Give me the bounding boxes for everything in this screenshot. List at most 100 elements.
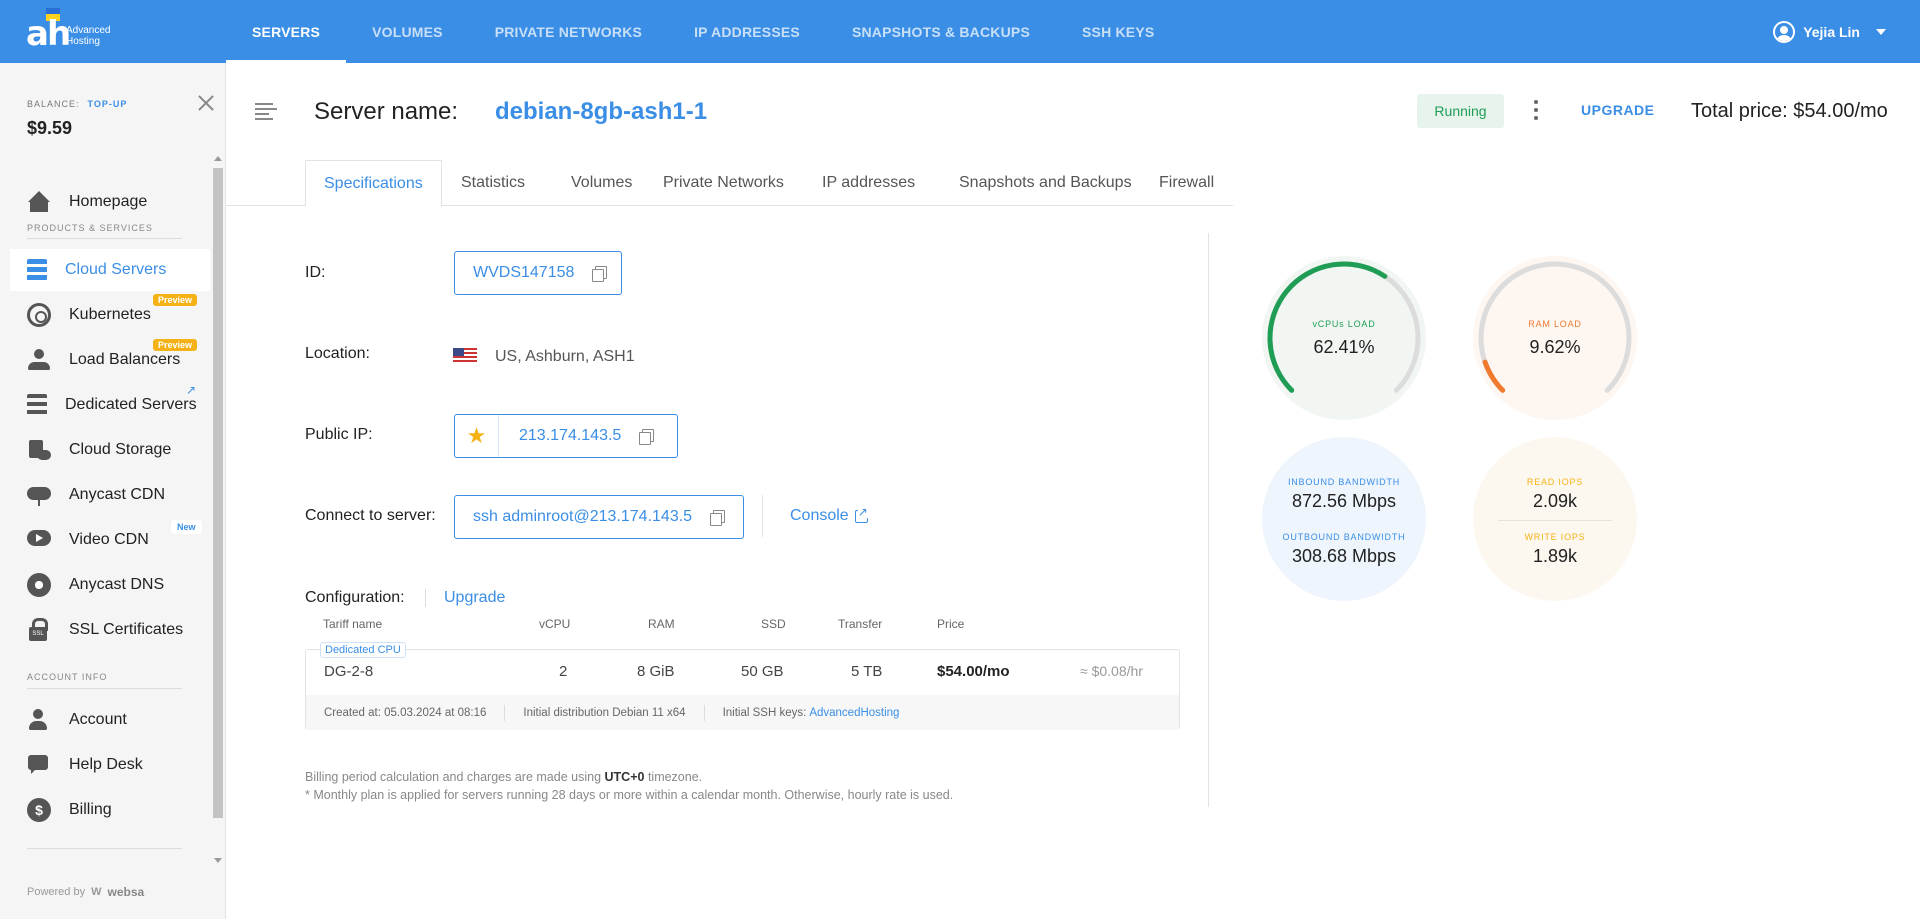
public-ip-field[interactable]: ★ 213.174.143.5	[454, 414, 678, 458]
external-link-icon: ↗	[186, 383, 197, 397]
section-divider	[27, 688, 182, 689]
billing-note-suffix: timezone.	[647, 770, 703, 784]
star-icon[interactable]: ★	[455, 415, 499, 457]
ram-load-value: 9.62%	[1529, 337, 1581, 357]
scroll-down-arrow-icon[interactable]	[214, 858, 222, 863]
cdn-icon	[27, 483, 51, 507]
status-badge: Running	[1417, 94, 1504, 128]
close-sidebar-icon[interactable]	[196, 93, 216, 113]
tab-ip-addresses[interactable]: IP addresses	[804, 160, 933, 206]
sidebar-item-label: Cloud Servers	[65, 261, 167, 278]
connect-label: Connect to server:	[305, 507, 436, 524]
home-icon	[27, 190, 51, 214]
sidebar-item-label: Anycast CDN	[69, 486, 166, 503]
topup-link[interactable]: TOP-UP	[88, 99, 128, 109]
logo-text: Advanced Hosting	[66, 25, 110, 47]
sidebar-item-account[interactable]: Account	[10, 699, 210, 741]
console-link[interactable]: Console	[790, 505, 868, 525]
config-upgrade-link[interactable]: Upgrade	[444, 589, 505, 607]
column-header-ram: RAM	[648, 617, 675, 631]
sidebar-item-homepage[interactable]: Homepage	[10, 181, 210, 223]
sidebar-item-billing[interactable]: $ Billing	[10, 789, 210, 831]
section-divider	[27, 238, 182, 239]
new-badge: New	[171, 520, 202, 534]
preview-badge: Preview	[153, 294, 198, 306]
dedicated-cpu-badge: Dedicated CPU	[320, 642, 406, 658]
price-value: $54.00/mo	[937, 663, 1010, 680]
preview-badge: Preview	[153, 339, 198, 351]
sidebar-item-label: Help Desk	[69, 756, 143, 773]
toggle-list-icon[interactable]	[255, 102, 277, 120]
tab-snapshots-backups[interactable]: Snapshots and Backups	[941, 160, 1150, 206]
column-header-vcpu: vCPU	[539, 617, 571, 631]
column-header-ssd: SSD	[761, 617, 786, 631]
tab-specifications[interactable]: Specifications	[305, 160, 442, 207]
ram-load-gauge: RAM LOAD 9.62%	[1473, 256, 1637, 420]
sidebar-item-label: Anycast DNS	[69, 576, 165, 593]
sidebar-item-cloud-storage[interactable]: Cloud Storage	[10, 429, 210, 471]
advanced-hosting-logo[interactable]: ah Advanced Hosting	[26, 8, 126, 54]
topnav-volumes[interactable]: VOLUMES	[346, 0, 469, 63]
write-iops-label: WRITE IOPS	[1524, 532, 1586, 542]
sidebar-item-ssl-certificates[interactable]: SSL Certificates	[10, 609, 210, 651]
cloud-storage-icon	[27, 438, 51, 462]
ssh-command-field[interactable]: ssh adminroot@213.174.143.5	[454, 495, 744, 539]
billing-note-1: Billing period calculation and charges a…	[305, 770, 702, 784]
topnav-servers[interactable]: SERVERS	[226, 0, 347, 63]
tab-volumes[interactable]: Volumes	[553, 160, 650, 206]
upgrade-button[interactable]: UPGRADE	[1581, 102, 1655, 118]
configuration-label: Configuration:	[305, 589, 405, 606]
sidebar-item-label: Load Balancers	[69, 351, 181, 368]
ssh-key-link[interactable]: AdvancedHosting	[809, 707, 899, 719]
sidebar: BALANCE: TOP-UP $9.59 Homepage PRODUCTS &…	[0, 63, 226, 919]
topnav-private-networks[interactable]: PRIVATE NETWORKS	[469, 0, 668, 63]
sidebar-item-dedicated-servers[interactable]: Dedicated Servers	[10, 384, 210, 426]
copy-icon[interactable]	[592, 266, 608, 282]
account-icon	[27, 708, 51, 732]
servers-icon	[27, 259, 47, 281]
sidebar-item-anycast-dns[interactable]: Anycast DNS	[10, 564, 210, 606]
console-label: Console	[790, 507, 849, 524]
sidebar-item-cloud-servers[interactable]: Cloud Servers	[10, 249, 210, 291]
topnav-snapshots-backups[interactable]: SNAPSHOTS & BACKUPS	[826, 0, 1056, 63]
location-label: Location:	[305, 345, 370, 362]
bandwidth-panel: INBOUND BANDWIDTH 872.56 Mbps OUTBOUND B…	[1262, 437, 1426, 601]
scroll-up-arrow-icon[interactable]	[214, 156, 222, 161]
load-balancer-icon	[27, 348, 51, 372]
id-field[interactable]: WVDS147158	[454, 251, 622, 295]
more-options-icon[interactable]	[1533, 100, 1539, 122]
copy-icon[interactable]	[639, 429, 655, 445]
tab-firewall[interactable]: Firewall	[1141, 160, 1232, 206]
id-label: ID:	[305, 264, 326, 281]
ssh-keys-label: Initial SSH keys:	[722, 706, 807, 719]
vcpu-load-gauge: vCPUs LOAD 62.41%	[1262, 256, 1426, 420]
configuration-table: Dedicated CPU DG-2-8 2 8 GiB 50 GB 5 TB …	[305, 642, 1180, 730]
tab-private-networks[interactable]: Private Networks	[645, 160, 802, 206]
powered-by-label: Powered by	[27, 886, 86, 898]
video-cdn-icon	[27, 528, 51, 552]
billing-note-timezone: UTC+0	[604, 770, 645, 784]
sidebar-item-help-desk[interactable]: Help Desk	[10, 744, 210, 786]
sidebar-scrollbar[interactable]	[213, 168, 223, 818]
top-nav: SERVERS VOLUMES PRIVATE NETWORKS IP ADDR…	[226, 0, 1180, 63]
sidebar-item-label: Account	[69, 711, 127, 728]
logo-mark: ah	[26, 14, 71, 54]
read-iops-label: READ IOPS	[1526, 477, 1584, 487]
server-name-value[interactable]: debian-8gb-ash1-1	[495, 98, 707, 126]
copy-icon[interactable]	[710, 510, 726, 526]
hourly-price: ≈ $0.08/hr	[1080, 663, 1143, 679]
sidebar-item-anycast-cdn[interactable]: Anycast CDN	[10, 474, 210, 516]
vcpu-load-value: 62.41%	[1313, 337, 1375, 357]
topnav-ssh-keys[interactable]: SSH KEYS	[1056, 0, 1180, 63]
inbound-bandwidth-label: INBOUND BANDWIDTH	[1287, 477, 1401, 487]
dedicated-servers-icon	[27, 394, 47, 416]
user-menu[interactable]: Yejia Lin	[1773, 0, 1886, 63]
kubernetes-icon	[27, 303, 51, 327]
location-value: US, Ashburn, ASH1	[495, 348, 635, 365]
topnav-ip-addresses[interactable]: IP ADDRESSES	[668, 0, 826, 63]
websa-logo-icon: W	[91, 886, 102, 898]
iops-panel: READ IOPS 2.09k WRITE IOPS 1.89k	[1473, 437, 1637, 601]
tab-statistics[interactable]: Statistics	[443, 160, 543, 206]
websa-brand[interactable]: websa	[107, 885, 144, 899]
server-name-label: Server name:	[314, 98, 459, 125]
